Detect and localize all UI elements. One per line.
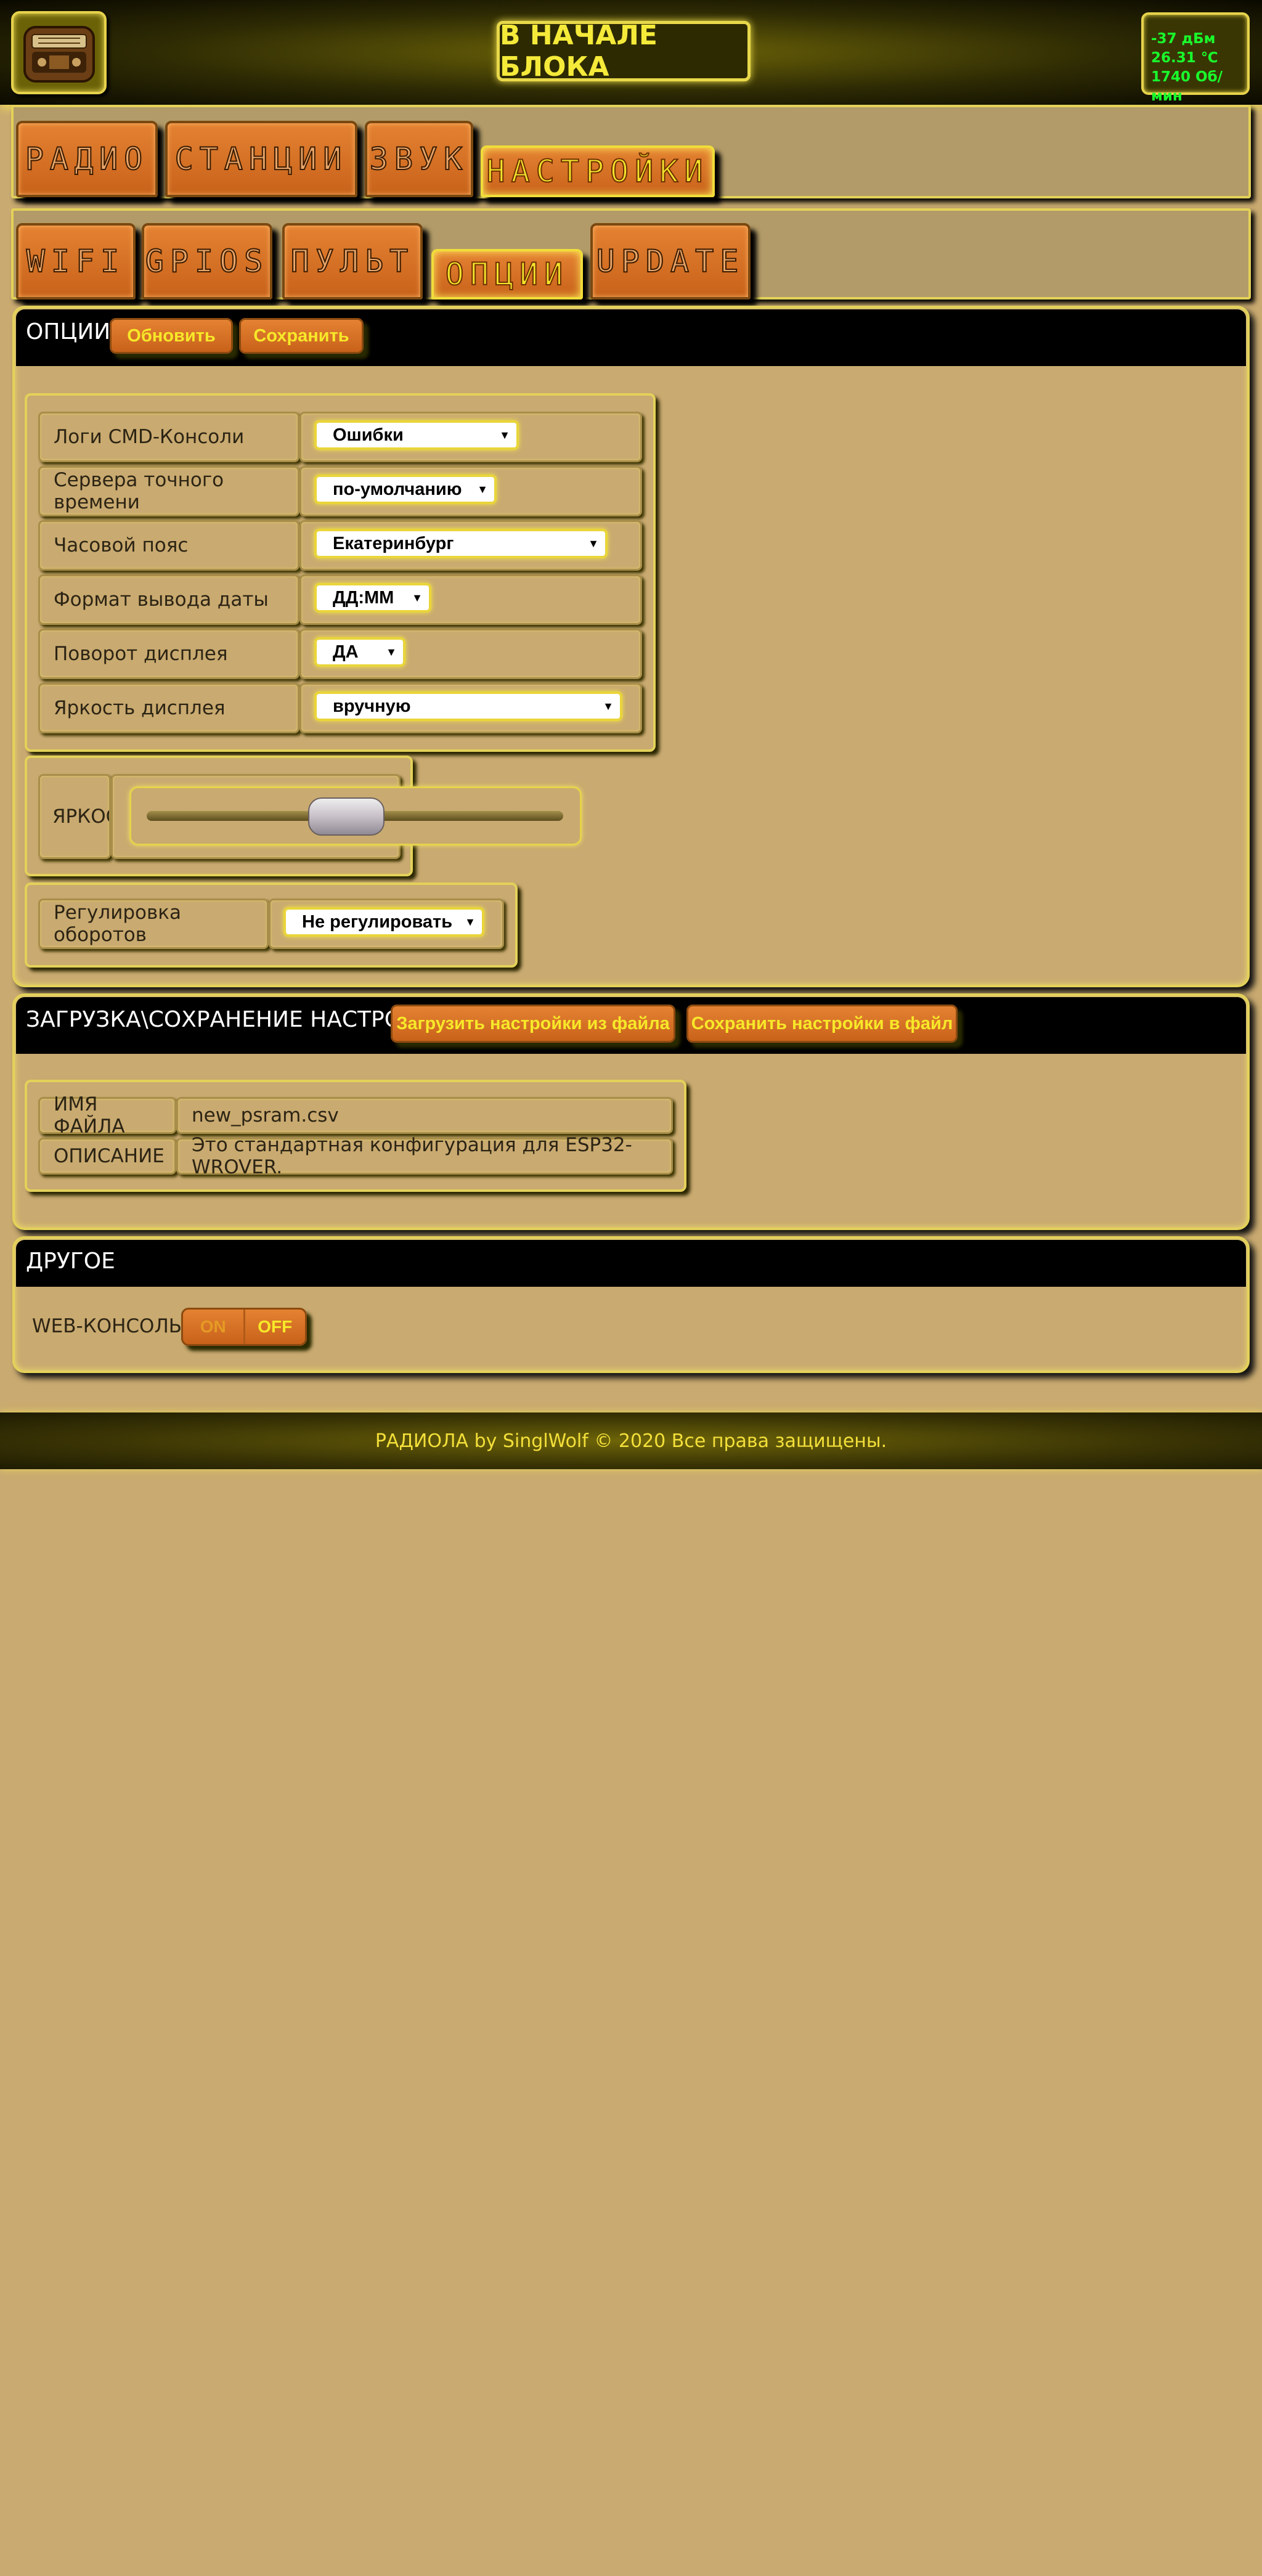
status-panel: -37 дБм 26.31 ℃ 1740 Об/мин bbox=[1141, 12, 1250, 104]
timezone-select[interactable]: Екатеринбург ▼ bbox=[314, 529, 608, 558]
page-title[interactable]: В НАЧАЛЕ БЛОКА bbox=[497, 20, 751, 83]
chevron-down-icon: ▼ bbox=[412, 592, 423, 604]
refresh-button[interactable]: Обновить bbox=[110, 318, 233, 354]
ntp-servers-value: по-умолчанию bbox=[333, 479, 462, 499]
fan-regulation-label: Регулировка оборотов bbox=[38, 899, 269, 949]
load-settings-button[interactable]: Загрузить настройки из файла bbox=[391, 1005, 675, 1043]
radio-icon bbox=[23, 26, 95, 83]
file-name-value[interactable]: new_psram.csv bbox=[176, 1097, 673, 1134]
web-console-label: WEB-КОНСОЛЬ: bbox=[32, 1315, 189, 1337]
copyright-text: РАДИОЛА by SinglWolf © 2020 Все права за… bbox=[375, 1430, 887, 1452]
tab-options[interactable]: ОПЦИИ bbox=[431, 249, 583, 300]
chevron-down-icon: ▼ bbox=[465, 916, 476, 928]
display-brightness-label: Яркость дисплея bbox=[38, 683, 299, 733]
radio-logo[interactable] bbox=[11, 11, 107, 94]
brightness-label: ЯРКОСТЬ bbox=[38, 774, 111, 859]
description-label: ОПИСАНИЕ bbox=[38, 1138, 176, 1175]
cmd-logs-value: Ошибки bbox=[333, 425, 404, 445]
fan-rpm-readout: 1740 Об/мин bbox=[1151, 69, 1223, 104]
display-rotation-label: Поворот дисплея bbox=[38, 629, 299, 679]
fan-regulation-value: Не регулировать bbox=[302, 911, 453, 932]
display-brightness-value: вручную bbox=[333, 696, 411, 716]
file-name-label: ИМЯ ФАЙЛА bbox=[38, 1093, 176, 1138]
web-console-toggle[interactable]: ON OFF bbox=[181, 1308, 307, 1346]
cmd-logs-label: Логи CMD-Консоли bbox=[38, 412, 299, 462]
tab-wifi[interactable]: WIFI bbox=[16, 223, 136, 300]
description-value[interactable]: Это стандартная конфигурация для ESP32-W… bbox=[176, 1134, 673, 1178]
slider-handle[interactable] bbox=[308, 797, 385, 836]
chevron-down-icon: ▼ bbox=[499, 429, 510, 441]
fan-regulation-select[interactable]: Не регулировать ▼ bbox=[283, 907, 484, 937]
toggle-off-option[interactable]: OFF bbox=[245, 1310, 306, 1344]
options-panel-title: ОПЦИИ bbox=[26, 319, 111, 344]
timezone-label: Часовой пояс bbox=[38, 520, 299, 571]
chevron-down-icon: ▼ bbox=[386, 646, 397, 658]
ntp-servers-select[interactable]: по-умолчанию ▼ bbox=[314, 475, 497, 504]
tab-radio[interactable]: РАДИО bbox=[16, 121, 158, 197]
display-brightness-select[interactable]: вручную ▼ bbox=[314, 691, 622, 721]
signal-strength: -37 дБм bbox=[1151, 31, 1216, 47]
date-format-select[interactable]: ДД:ММ ▼ bbox=[314, 583, 431, 613]
cmd-logs-select[interactable]: Ошибки ▼ bbox=[314, 420, 519, 450]
tab-update[interactable]: UPDATE bbox=[590, 223, 751, 300]
tab-gpios[interactable]: GPIOS bbox=[142, 223, 272, 300]
save-settings-button[interactable]: Сохранить настройки в файл bbox=[686, 1005, 958, 1043]
tab-stations[interactable]: СТАНЦИИ bbox=[165, 121, 357, 197]
chevron-down-icon: ▼ bbox=[603, 700, 614, 712]
date-format-value: ДД:ММ bbox=[333, 587, 394, 608]
other-panel-title: ДРУГОЕ bbox=[26, 1249, 115, 1274]
temperature-readout: 26.31 ℃ bbox=[1151, 50, 1218, 66]
date-format-label: Формат вывода даты bbox=[38, 574, 299, 625]
tab-remote[interactable]: ПУЛЬТ bbox=[282, 223, 423, 300]
toggle-on-option[interactable]: ON bbox=[183, 1310, 245, 1344]
load-save-panel-title: ЗАГРУЗКА\СОХРАНЕНИЕ НАСТРОЕК bbox=[26, 1007, 432, 1032]
chevron-down-icon: ▼ bbox=[477, 483, 488, 495]
other-panel-header bbox=[16, 1240, 1246, 1287]
ntp-servers-label: Сервера точного времени bbox=[38, 466, 299, 516]
tab-settings[interactable]: НАСТРОЙКИ bbox=[481, 145, 715, 197]
tab-sound[interactable]: ЗВУК bbox=[365, 121, 473, 197]
timezone-value: Екатеринбург bbox=[333, 533, 454, 553]
footer: РАДИОЛА by SinglWolf © 2020 Все права за… bbox=[0, 1412, 1262, 1469]
display-rotation-select[interactable]: ДА ▼ bbox=[314, 637, 405, 667]
display-rotation-value: ДА bbox=[333, 642, 359, 662]
chevron-down-icon: ▼ bbox=[588, 537, 599, 550]
save-button[interactable]: Сохранить bbox=[239, 318, 364, 354]
